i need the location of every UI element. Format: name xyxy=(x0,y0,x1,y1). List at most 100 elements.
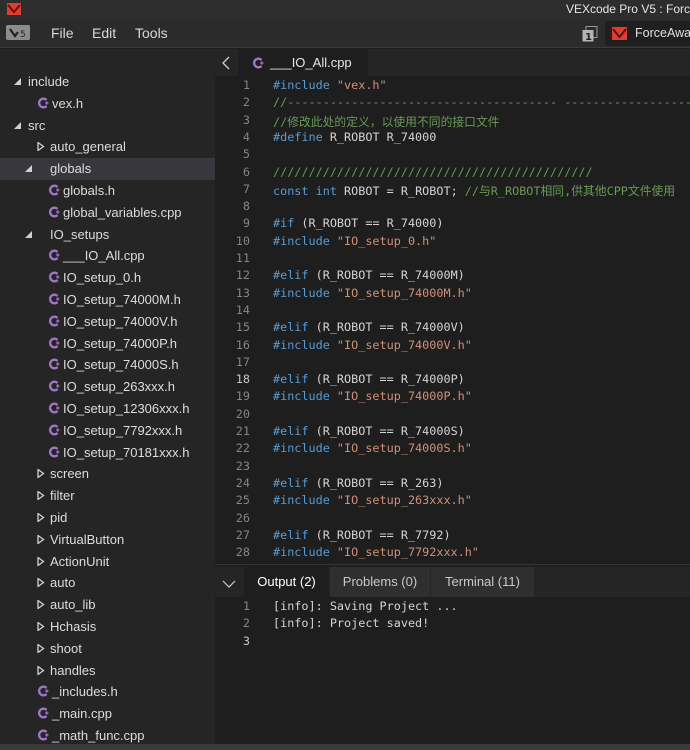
collapsed-arrow-icon[interactable] xyxy=(37,142,45,152)
code-token: int xyxy=(315,183,345,198)
tree-file[interactable]: IO_setup_74000P.h xyxy=(0,333,215,355)
code-text: #include "IO_setup_7792xxx.h" xyxy=(273,545,479,559)
tree-folder[interactable]: auto_lib xyxy=(0,594,215,616)
svg-text:5: 5 xyxy=(20,30,26,40)
tab-io-all-cpp[interactable]: ___IO_All.cpp xyxy=(238,49,368,76)
tab-problems[interactable]: Problems (0) xyxy=(330,567,430,597)
tree-folder[interactable]: VirtualButton xyxy=(0,529,215,551)
tree-item-label: IO_setup_7792xxx.h xyxy=(63,422,183,438)
line-number: 18 xyxy=(235,372,250,387)
tree-item-label: globals xyxy=(50,161,92,177)
code-line: 15 #elif (R_ROBOT == R_74000V) xyxy=(215,320,690,337)
cpp-file-icon xyxy=(48,184,60,196)
collapse-panel-button[interactable] xyxy=(220,575,238,591)
tree-item-label: IO_setup_74000V.h xyxy=(63,313,178,329)
menu-tools[interactable]: Tools xyxy=(135,25,168,41)
tree-file[interactable]: _main.cpp xyxy=(0,703,215,725)
code-token: (R_ROBOT == R_7792) xyxy=(315,527,451,542)
collapsed-arrow-icon[interactable] xyxy=(37,665,45,675)
code-line: 12 #elif (R_ROBOT == R_74000M) xyxy=(215,268,690,285)
expanded-arrow-icon[interactable] xyxy=(25,230,33,239)
tree-file[interactable]: IO_setup_12306xxx.h xyxy=(0,398,215,420)
tree-file[interactable]: ___IO_All.cpp xyxy=(0,245,215,267)
collapsed-arrow-icon[interactable] xyxy=(37,621,45,631)
code-text: #include "IO_setup_263xxx.h" xyxy=(273,493,472,507)
tab-terminal[interactable]: Terminal (11) xyxy=(431,567,534,597)
slot-selector-button[interactable]: 1 xyxy=(582,26,598,43)
tree-folder[interactable]: shoot xyxy=(0,638,215,660)
line-number: 17 xyxy=(235,354,250,369)
tree-file[interactable]: _includes.h xyxy=(0,681,215,703)
tab-output[interactable]: Output (2) xyxy=(244,567,329,597)
line-number: 3 xyxy=(242,112,250,127)
code-line: 27 #elif (R_ROBOT == R_7792) xyxy=(215,528,690,545)
code-token: #include xyxy=(273,285,337,300)
code-editor[interactable]: 1 #include "vex.h" 2 //--------------------… xyxy=(215,76,690,564)
line-number: 5 xyxy=(242,147,250,162)
tree-folder[interactable]: include xyxy=(0,71,215,93)
tree-folder[interactable]: src xyxy=(0,115,215,137)
collapsed-arrow-icon[interactable] xyxy=(37,556,45,566)
tree-item-label: pid xyxy=(50,509,68,525)
tree-folder[interactable]: filter xyxy=(0,485,215,507)
tree-folder[interactable]: auto xyxy=(0,572,215,594)
tree-folder[interactable]: Hchasis xyxy=(0,616,215,638)
tree-file[interactable]: IO_setup_263xxx.h xyxy=(0,376,215,398)
tree-file[interactable]: IO_setup_70181xxx.h xyxy=(0,442,215,464)
tree-folder[interactable]: globals xyxy=(0,158,215,180)
tree-folder[interactable]: pid xyxy=(0,507,215,529)
collapsed-arrow-icon[interactable] xyxy=(37,469,45,479)
tree-file[interactable]: global_variables.cpp xyxy=(0,202,215,224)
expanded-arrow-icon[interactable] xyxy=(25,164,33,173)
line-number: 4 xyxy=(242,129,250,144)
menu-file[interactable]: File xyxy=(51,25,74,41)
tree-file[interactable]: IO_setup_74000V.h xyxy=(0,311,215,333)
tree-file[interactable]: IO_setup_74000M.h xyxy=(0,289,215,311)
line-number: 1 xyxy=(242,78,250,92)
code-line: 2 //-------------------------------------… xyxy=(215,95,690,112)
tree-folder[interactable]: screen xyxy=(0,463,215,485)
code-token: #elif xyxy=(273,475,316,490)
code-line: 20 xyxy=(215,407,690,424)
expanded-arrow-icon[interactable] xyxy=(14,121,22,130)
sidebar-horizontal-scrollbar[interactable] xyxy=(0,744,215,750)
tree-folder[interactable]: ActionUnit xyxy=(0,551,215,573)
collapsed-arrow-icon[interactable] xyxy=(37,512,45,522)
collapsed-arrow-icon[interactable] xyxy=(37,534,45,544)
collapsed-arrow-icon[interactable] xyxy=(37,491,45,501)
tree-file[interactable]: IO_setup_7792xxx.h xyxy=(0,420,215,442)
collapsed-arrow-icon[interactable] xyxy=(37,600,45,610)
collapsed-arrow-icon[interactable] xyxy=(37,578,45,588)
tree-file[interactable]: vex.h xyxy=(0,93,215,115)
code-line: 5 xyxy=(215,147,690,164)
line-number: 26 xyxy=(235,510,250,525)
panel-horizontal-scrollbar[interactable] xyxy=(215,744,690,750)
line-number: 14 xyxy=(235,302,250,317)
code-text: const int ROBOT = R_ROBOT; //与R_ROBOT相同,… xyxy=(273,182,675,199)
code-text: #include "IO_setup_0.h" xyxy=(273,234,436,248)
tree-folder[interactable]: auto_general xyxy=(0,136,215,158)
code-token: (R_ROBOT == R_74000V) xyxy=(315,320,465,335)
line-number: 28 xyxy=(235,545,250,560)
expanded-arrow-icon[interactable] xyxy=(14,77,22,86)
project-name-button[interactable]: ForceAwake xyxy=(605,21,690,46)
code-token: #elif xyxy=(273,527,316,542)
tree-file[interactable]: globals.h xyxy=(0,180,215,202)
tree-item-label: globals.h xyxy=(63,182,116,198)
menu-edit[interactable]: Edit xyxy=(92,25,116,41)
tree-item-label: _includes.h xyxy=(52,684,118,700)
tree-item-label: IO_setup_74000P.h xyxy=(63,335,177,351)
collapsed-arrow-icon[interactable] xyxy=(37,643,45,653)
tree-file[interactable]: IO_setup_0.h xyxy=(0,267,215,289)
tree-file[interactable]: IO_setup_74000S.h xyxy=(0,354,215,376)
code-token: "IO_setup_263xxx.h" xyxy=(336,493,472,508)
code-token: "IO_setup_0.h" xyxy=(336,233,437,248)
back-button[interactable] xyxy=(215,49,238,76)
vex-app-logo-icon xyxy=(7,3,21,15)
v5-logo-icon[interactable]: 5 xyxy=(6,25,30,40)
tree-folder[interactable]: IO_setups xyxy=(0,224,215,246)
code-token: #include xyxy=(273,78,337,92)
project-name: ForceAwake xyxy=(635,26,690,40)
tree-item-label: IO_setup_74000M.h xyxy=(63,291,181,307)
tree-folder[interactable]: handles xyxy=(0,660,215,682)
